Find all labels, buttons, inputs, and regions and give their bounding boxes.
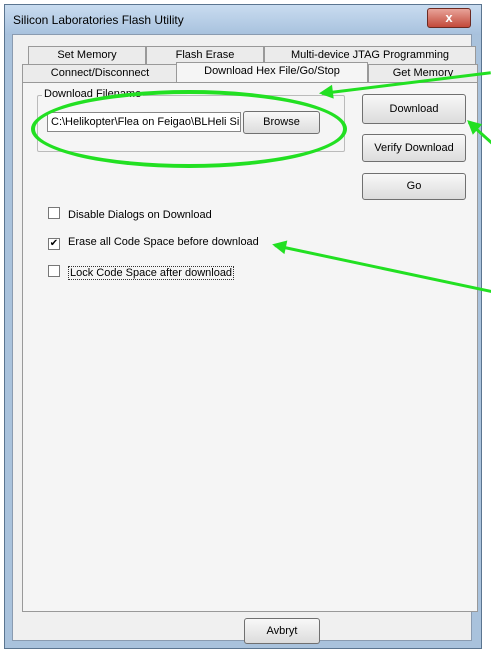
lock-code-space-checkbox[interactable]: Lock Code Space after download <box>48 265 235 280</box>
checkmark-icon: ✔ <box>48 238 60 250</box>
download-button[interactable]: Download <box>362 94 466 124</box>
annotation-ellipse <box>31 90 347 168</box>
cancel-button[interactable]: Avbryt <box>244 618 320 644</box>
checkbox-box <box>48 207 60 219</box>
tab-connect-disconnect[interactable]: Connect/Disconnect <box>22 64 178 82</box>
tab-set-memory[interactable]: Set Memory <box>28 46 146 64</box>
window-title: Silicon Laboratories Flash Utility <box>13 13 184 27</box>
title-bar: Silicon Laboratories Flash Utility x <box>5 5 481 35</box>
tab-download-hex[interactable]: Download Hex File/Go/Stop <box>176 62 368 82</box>
verify-download-button[interactable]: Verify Download <box>362 134 466 162</box>
disable-dialogs-checkbox[interactable]: Disable Dialogs on Download <box>48 207 212 221</box>
checkbox-box <box>48 265 60 277</box>
close-icon: x <box>445 10 453 25</box>
go-button[interactable]: Go <box>362 173 466 200</box>
erase-code-space-checkbox[interactable]: ✔ Erase all Code Space before download <box>48 236 259 250</box>
close-button[interactable]: x <box>427 8 471 28</box>
